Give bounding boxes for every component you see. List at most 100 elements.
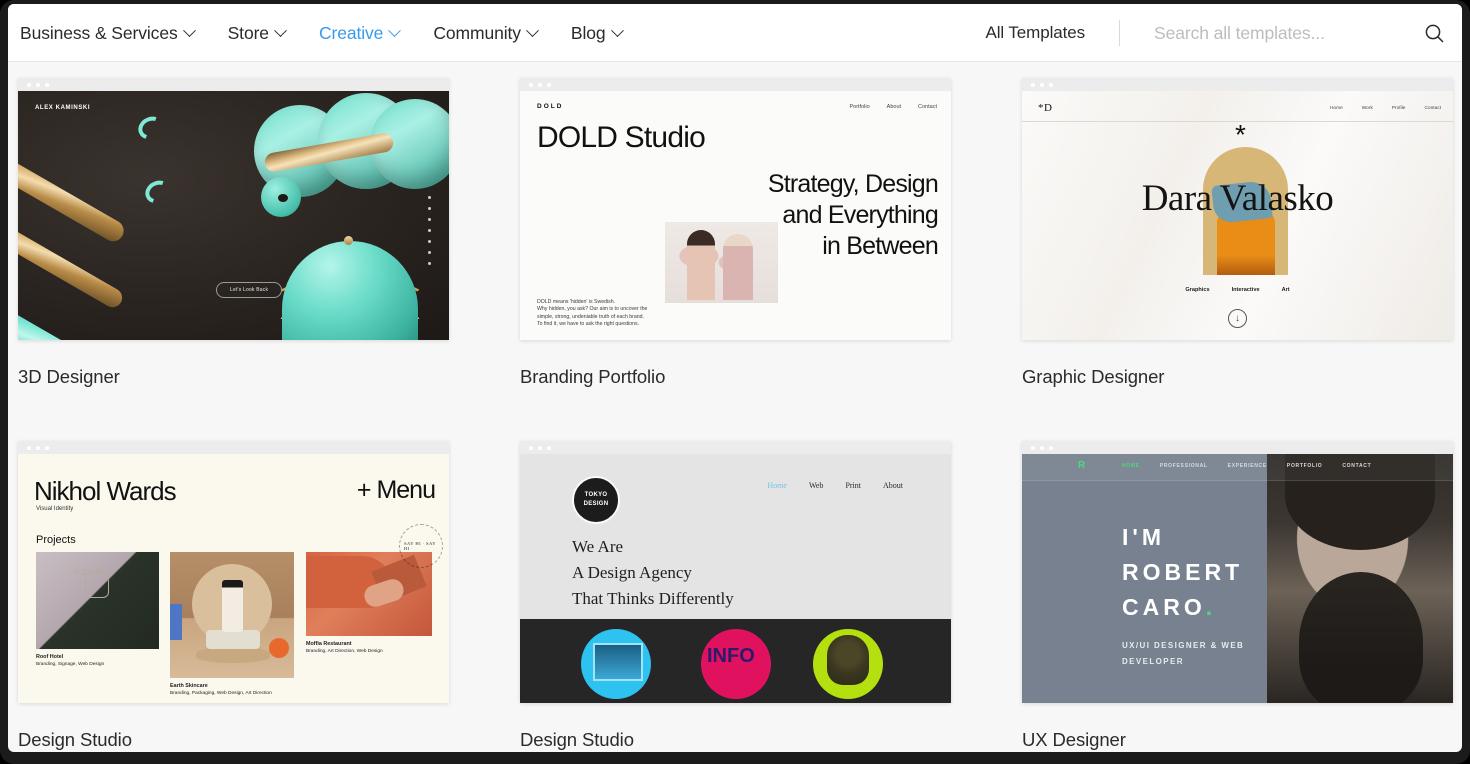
nav-item-business-services[interactable]: Business & Services [20, 23, 196, 44]
preview-nav-item: Portfolio [849, 104, 870, 110]
chrome-dot-icon [547, 82, 551, 87]
preview-body-line: DOLD means 'hidden' is Swedish. [537, 298, 616, 305]
preview-image-strip [520, 619, 951, 703]
browser-chrome-bar [1022, 441, 1453, 454]
preview-project-tags: Branding, Signage, Web Design [36, 662, 105, 667]
nav-label: Creative [318, 22, 384, 43]
nav-label: Community [433, 22, 521, 43]
preview-nav: Home Work Profile Contact [1330, 106, 1441, 111]
accent-dot-icon: . [1205, 594, 1217, 620]
preview-logo: *D [1038, 102, 1053, 114]
preview-logo: R [1078, 460, 1086, 471]
preview-headline-line: Strategy, Design [767, 170, 939, 198]
search-icon[interactable] [1422, 21, 1446, 45]
preview-nav-item: Contact [1424, 106, 1441, 111]
preview-name: CARO [1122, 594, 1206, 620]
preview-body-line: simple, strong, undeniable truth of each… [537, 313, 644, 320]
preview-body-line: Why hidden, you ask? Our aim is to uncov… [537, 306, 648, 313]
preview-role: UX/UI DESIGNER & WEB DEVELOPER [1122, 641, 1245, 666]
template-thumbnail[interactable]: *D Home Work Profile Contact * Dara Vala… [1022, 78, 1453, 340]
chrome-dot-icon [45, 82, 49, 87]
template-card[interactable]: DOLD Portfolio About Contact DOLD Studio… [520, 78, 951, 441]
preview-tag: Graphics [1185, 287, 1210, 293]
preview-project-caption: Moffia Restaurant Branding, Art Directio… [306, 641, 383, 655]
preview-3d-designer: ALEX KAMINSKI Let's Look Back [18, 91, 449, 340]
preview-project-tags: Branding, Packaging, Web Design, Art Dir… [170, 691, 272, 696]
template-card[interactable]: Nikhol Wards Visual Identity + Menu Proj… [18, 441, 449, 752]
template-card[interactable]: *D Home Work Profile Contact * Dara Vala… [1022, 78, 1453, 441]
browser-chrome-bar [18, 78, 449, 91]
template-title: Design Studio [18, 729, 132, 750]
preview-project-logo: ROOF [74, 568, 104, 577]
preview-graphic-designer: *D Home Work Profile Contact * Dara Vala… [1022, 91, 1453, 340]
page-content: Business & Services Store Creative Commu… [8, 4, 1462, 752]
divider [1119, 20, 1120, 46]
preview-logo-line: DESIGN [583, 501, 609, 507]
template-title: 3D Designer [18, 366, 120, 387]
template-thumbnail[interactable]: Nikhol Wards Visual Identity + Menu Proj… [18, 441, 449, 703]
preview-branding-portfolio: DOLD Portfolio About Contact DOLD Studio… [520, 91, 951, 340]
chrome-dot-icon [45, 445, 49, 450]
template-thumbnail[interactable]: TOKYO DESIGN Home Web Print About We Are… [520, 441, 951, 703]
preview-headline-line: A Design Agency [572, 563, 692, 582]
preview-photo [665, 222, 778, 303]
template-card[interactable]: ALEX KAMINSKI Let's Look Back 3D Designe… [18, 78, 449, 441]
template-thumbnail[interactable]: ALEX KAMINSKI Let's Look Back [18, 78, 449, 340]
template-title: Graphic Designer [1022, 366, 1165, 387]
chrome-dot-icon [529, 445, 533, 450]
chevron-down-icon [274, 23, 287, 37]
template-card[interactable]: R HOME PROFESSIONAL EXPERIENCE PORTFOLIO… [1022, 441, 1453, 752]
preview-nav-item: About [883, 481, 903, 490]
all-templates-link[interactable]: All Templates [986, 23, 1086, 43]
preview-nav-item: PROFESSIONAL [1159, 463, 1208, 469]
preview-heading: DOLD Studio [537, 121, 706, 154]
preview-design-studio-nikhol: Nikhol Wards Visual Identity + Menu Proj… [18, 454, 449, 703]
preview-project-name: Moffia Restaurant [306, 641, 352, 647]
decor-squiggle [141, 176, 175, 208]
preview-nav-item: EXPERIENCE [1227, 463, 1267, 469]
preview-headline-line: I'M [1122, 524, 1166, 550]
preview-nav-item: Web [808, 481, 824, 490]
search-input[interactable] [1154, 22, 1402, 44]
preview-project-caption: Earth Skincare Branding, Packaging, Web … [170, 683, 272, 697]
preview-headline: Strategy, Design and Everything in Betwe… [767, 169, 939, 262]
preview-design-studio-tokyo: TOKYO DESIGN Home Web Print About We Are… [520, 454, 951, 703]
preview-nav: HOME PROFESSIONAL EXPERIENCE PORTFOLIO C… [1122, 463, 1371, 469]
browser-chrome-bar [520, 78, 951, 91]
browser-chrome-bar [520, 441, 951, 454]
template-card[interactable]: TOKYO DESIGN Home Web Print About We Are… [520, 441, 951, 752]
nav-item-creative[interactable]: Creative [318, 22, 402, 44]
preview-nav-item: About [886, 104, 902, 110]
preview-project-name: Roof Hotel [36, 654, 64, 660]
chrome-dot-icon [538, 445, 542, 450]
template-thumbnail[interactable]: R HOME PROFESSIONAL EXPERIENCE PORTFOLIO… [1022, 441, 1453, 703]
nav-item-blog[interactable]: Blog [571, 23, 624, 44]
nav-label: Store [227, 22, 269, 43]
nav-item-community[interactable]: Community [433, 22, 539, 44]
chevron-down-icon [388, 23, 402, 37]
decor-rod [18, 134, 128, 246]
template-title: UX Designer [1022, 729, 1126, 750]
preview-nav-item: CONTACT [1342, 463, 1372, 469]
preview-project-tags: Branding, Art Direction, Web Design [306, 649, 383, 654]
preview-headline-line: ROBERT [1122, 559, 1244, 585]
chrome-dot-icon [27, 445, 31, 450]
preview-brand: ALEX KAMINSKI [35, 105, 91, 111]
template-title: Branding Portfolio [520, 366, 666, 387]
chevron-down-icon [182, 23, 196, 37]
browser-chrome-bar [1022, 78, 1453, 91]
template-thumbnail[interactable]: DOLD Portfolio About Contact DOLD Studio… [520, 78, 951, 340]
preview-tags: Graphics Interactive Art [1022, 287, 1453, 293]
preview-body-line: To find it, we have to ask the right que… [537, 321, 640, 328]
preview-body-text: DOLD means 'hidden' is Swedish. Why hidd… [537, 299, 647, 329]
chrome-dot-icon [36, 445, 40, 450]
decor-podium [196, 647, 270, 663]
preview-nav-item: PORTFOLIO [1286, 463, 1323, 469]
decor-bottle [222, 580, 243, 632]
nav-item-store[interactable]: Store [227, 22, 287, 44]
preview-project-thumb: ROOF [36, 552, 159, 649]
decor-block [170, 604, 182, 640]
chrome-dot-icon [36, 82, 40, 87]
scroll-dots-icon [428, 196, 431, 273]
preview-nav-item: Work [1361, 106, 1373, 111]
